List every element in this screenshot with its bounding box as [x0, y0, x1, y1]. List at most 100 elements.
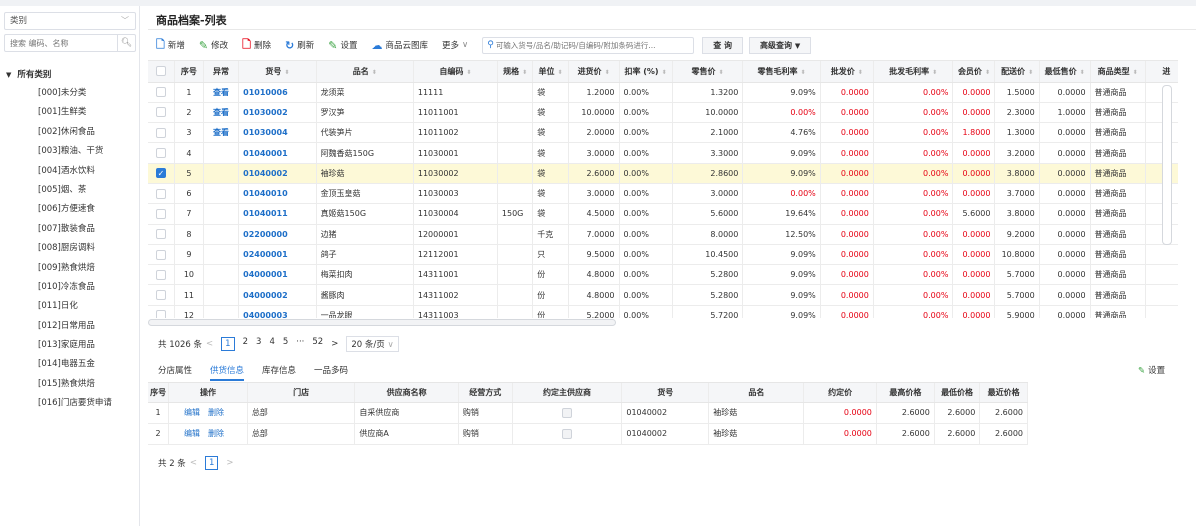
row-checkbox[interactable]: [156, 107, 167, 118]
product-code[interactable]: 02200000: [238, 224, 317, 245]
page-size-select[interactable]: 20 条/页 ∨: [346, 336, 399, 352]
sort-icon[interactable]: ⬍: [605, 69, 610, 76]
column-header[interactable]: 配送价 ⬍: [994, 61, 1040, 83]
query-button[interactable]: 查 询: [702, 36, 744, 54]
next-page-icon[interactable]: >: [226, 458, 233, 468]
row-checkbox[interactable]: ✓: [156, 168, 167, 179]
edit-button[interactable]: ✎ 修改: [199, 39, 228, 52]
column-header[interactable]: 扣率 (%) ⬍: [619, 61, 673, 83]
product-code[interactable]: 01040001: [238, 142, 317, 164]
table-row[interactable]: 2 查看 01030002 罗汉笋 11011001 袋 10.0000 0.00% 10.00…: [148, 102, 1178, 124]
horizontal-scrollbar[interactable]: [148, 319, 616, 326]
caret-down-icon[interactable]: ▼: [6, 71, 11, 79]
supplier-row[interactable]: 2 编辑 删除 总部 供应商A 购销 01040002 袖珍菇 0.0000 2.6000 2.60…: [148, 423, 1028, 445]
product-code[interactable]: 04000002: [238, 284, 317, 306]
detail-settings-button[interactable]: ✎ 设置: [1138, 364, 1165, 376]
row-checkbox[interactable]: [156, 249, 167, 260]
table-row[interactable]: 6 01040010 金顶玉皇菇 11030003 袋 3.0000 0.00% 3.0000…: [148, 183, 1178, 205]
column-header[interactable]: 自编码 ⬍: [413, 61, 498, 83]
page-button[interactable]: ···: [296, 337, 304, 351]
quick-search-input[interactable]: [495, 40, 686, 50]
page-button[interactable]: 3: [256, 337, 261, 351]
tree-item[interactable]: [013]家庭用品: [38, 336, 112, 355]
search-icon[interactable]: 🔍︎: [117, 35, 135, 51]
column-header[interactable]: 零售毛利率 ⬍: [742, 61, 821, 83]
row-checkbox-cell[interactable]: [148, 203, 176, 225]
delete-link[interactable]: 删除: [208, 429, 224, 438]
product-code[interactable]: 04000001: [238, 264, 317, 286]
row-checkbox[interactable]: [156, 188, 167, 199]
column-header[interactable]: 品名 ⬍: [316, 61, 414, 83]
view-link[interactable]: [203, 244, 240, 266]
sort-icon[interactable]: ⬍: [718, 69, 723, 76]
sort-icon[interactable]: ⬍: [801, 69, 806, 76]
view-link[interactable]: [203, 142, 240, 164]
refresh-button[interactable]: ↻ 刷新: [285, 39, 314, 52]
row-checkbox-cell[interactable]: [148, 122, 176, 144]
tree-item[interactable]: [007]散装食品: [38, 220, 112, 239]
row-checkbox-cell[interactable]: [148, 305, 176, 318]
table-row[interactable]: 3 查看 01030004 代装笋片 11011002 袋 2.0000 0.00% 2.100…: [148, 122, 1178, 144]
row-checkbox[interactable]: [156, 290, 167, 301]
column-header[interactable]: 规格 ⬍: [497, 61, 534, 83]
main-supplier-checkbox[interactable]: [562, 407, 573, 418]
row-checkbox-cell[interactable]: [148, 142, 176, 164]
row-checkbox-cell[interactable]: ✓: [148, 163, 176, 184]
view-link[interactable]: 查看: [203, 122, 240, 144]
sort-icon[interactable]: ⬍: [284, 69, 289, 76]
advanced-query-button[interactable]: 高级查询 ▼: [749, 36, 812, 54]
row-checkbox[interactable]: [156, 310, 167, 318]
tree-item[interactable]: [001]生鲜类: [38, 103, 112, 122]
checkbox[interactable]: [156, 66, 167, 77]
table-row[interactable]: 8 02200000 边猪 12000001 千克 7.0000 0.00% 8.0000 12…: [148, 224, 1178, 245]
product-code[interactable]: 01040011: [238, 203, 317, 225]
view-link[interactable]: [203, 183, 240, 205]
tree-item[interactable]: [014]电器五金: [38, 355, 112, 374]
page-button[interactable]: 5: [283, 337, 288, 351]
cloud-library-button[interactable]: ☁ 商品云图库: [371, 39, 428, 52]
tree-item[interactable]: [005]烟、茶: [38, 181, 112, 200]
view-link[interactable]: [203, 203, 240, 225]
tree-root[interactable]: ▼ 所有类别: [6, 68, 51, 80]
tree-item[interactable]: [008]厨房调料: [38, 239, 112, 258]
column-header[interactable]: 异常: [203, 61, 240, 83]
column-header[interactable]: 进: [1145, 61, 1178, 83]
table-row[interactable]: ✓ 5 01040002 袖珍菇 11030002 袋 2.6000 0.00% 2.8600 9…: [148, 163, 1178, 184]
column-header[interactable]: 零售价 ⬍: [672, 61, 744, 83]
more-button[interactable]: 更多 ∨: [442, 39, 468, 51]
view-link[interactable]: [203, 224, 240, 245]
tree-item[interactable]: [009]熟食烘焙: [38, 259, 112, 278]
table-row[interactable]: 12 04000003 一品龙眼 14311003 份 5.2000 0.00% 5.7200…: [148, 305, 1178, 318]
category-select[interactable]: 类别 ﹀: [4, 12, 136, 30]
product-code[interactable]: 01030002: [238, 102, 317, 124]
sort-icon[interactable]: ⬍: [662, 69, 667, 76]
main-supplier-checkbox-cell[interactable]: [512, 423, 623, 445]
tree-item[interactable]: [000]未分类: [38, 84, 112, 103]
view-link[interactable]: [203, 284, 240, 306]
table-row[interactable]: 7 01040011 真姬菇150G 11030004 150G 袋 4.5000 0.00%…: [148, 203, 1178, 225]
column-header[interactable]: 商品类型 ⬍: [1090, 61, 1146, 83]
column-header[interactable]: 货号 ⬍: [238, 61, 317, 83]
tree-item[interactable]: [011]日化: [38, 297, 112, 316]
tree-item[interactable]: [004]酒水饮料: [38, 162, 112, 181]
tree-item[interactable]: [006]方便速食: [38, 200, 112, 219]
main-supplier-checkbox[interactable]: [562, 428, 573, 439]
row-checkbox-cell[interactable]: [148, 224, 176, 245]
view-link[interactable]: [203, 264, 240, 286]
row-checkbox-cell[interactable]: [148, 284, 176, 306]
row-checkbox-cell[interactable]: [148, 82, 176, 103]
product-code[interactable]: 01030004: [238, 122, 317, 144]
sort-icon[interactable]: ⬍: [1028, 69, 1033, 76]
product-code[interactable]: 04000003: [238, 305, 317, 318]
tree-item[interactable]: [003]粮油、干货: [38, 142, 112, 161]
tab-item[interactable]: 一品多码: [314, 364, 348, 381]
tree-item[interactable]: [012]日常用品: [38, 317, 112, 336]
row-checkbox[interactable]: [156, 269, 167, 280]
page-button[interactable]: 1: [221, 337, 235, 351]
main-supplier-checkbox-cell[interactable]: [512, 402, 623, 424]
row-checkbox[interactable]: [156, 127, 167, 138]
column-header[interactable]: 批发毛利率 ⬍: [873, 61, 954, 83]
column-header[interactable]: 最低售价 ⬍: [1039, 61, 1091, 83]
row-checkbox[interactable]: [156, 208, 167, 219]
tab-item[interactable]: 库存信息: [262, 364, 296, 381]
